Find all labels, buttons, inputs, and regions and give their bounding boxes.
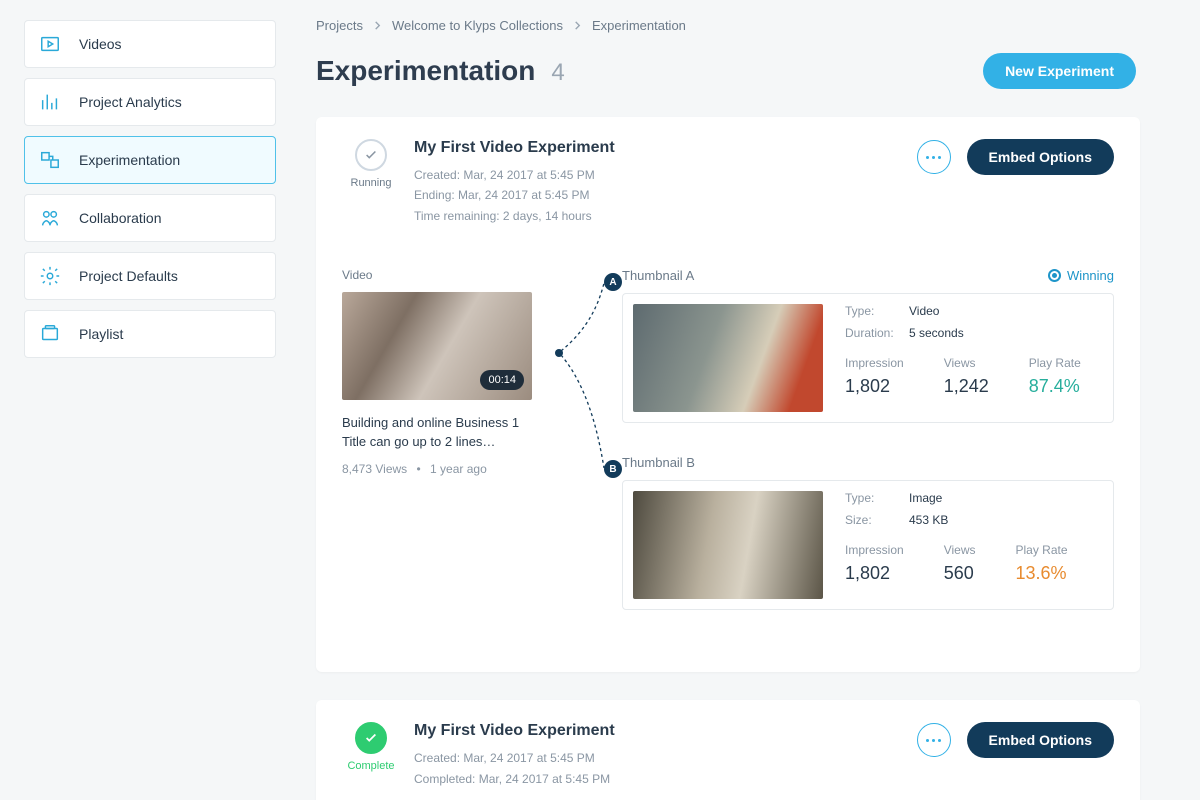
more-options-button[interactable] xyxy=(917,140,951,174)
kv-val: 453 KB xyxy=(909,513,948,527)
sidebar-item-label: Project Defaults xyxy=(79,268,178,284)
variant-b-card[interactable]: Type:Image Size:453 KB Impression 1,802 V… xyxy=(622,480,1114,610)
gear-icon xyxy=(39,265,61,287)
status-label: Running xyxy=(342,177,400,189)
more-options-button[interactable] xyxy=(917,723,951,757)
stat-label: Play Rate xyxy=(1029,356,1081,370)
embed-options-button[interactable]: Embed Options xyxy=(967,139,1114,175)
experiment-icon xyxy=(39,149,61,171)
experiment-created: Created: Mar, 24 2017 at 5:45 PM xyxy=(414,165,917,185)
status-label: Complete xyxy=(342,760,400,772)
target-icon xyxy=(1048,269,1061,282)
sidebar: Videos Project Analytics Experimentation… xyxy=(0,0,300,800)
sidebar-item-label: Videos xyxy=(79,36,122,52)
sidebar-item-label: Playlist xyxy=(79,326,123,342)
analytics-icon xyxy=(39,91,61,113)
sidebar-item-experimentation[interactable]: Experimentation xyxy=(24,136,276,184)
experiment-count: 4 xyxy=(551,59,564,87)
new-experiment-button[interactable]: New Experiment xyxy=(983,53,1136,89)
experiment-ending: Ending: Mar, 24 2017 at 5:45 PM xyxy=(414,185,917,205)
breadcrumb: Projects Welcome to Klyps Collections Ex… xyxy=(316,18,1140,33)
breadcrumb-collection[interactable]: Welcome to Klyps Collections xyxy=(392,18,563,33)
status-complete-icon xyxy=(355,722,387,754)
video-thumbnail[interactable]: 00:14 xyxy=(342,292,532,400)
status-column: Complete xyxy=(342,722,400,772)
chevron-right-icon xyxy=(573,21,582,30)
stat-value: 1,802 xyxy=(845,376,904,397)
variant-a-header: Thumbnail A xyxy=(622,268,694,283)
collaboration-icon xyxy=(39,207,61,229)
kv-key: Duration: xyxy=(845,326,909,340)
chevron-right-icon xyxy=(373,21,382,30)
kv-val: Video xyxy=(909,304,939,318)
kv-key: Size: xyxy=(845,513,909,527)
kv-key: Type: xyxy=(845,304,909,318)
variant-a-card[interactable]: Type:Video Duration:5 seconds Impression… xyxy=(622,293,1114,423)
variant-b-header: Thumbnail B xyxy=(622,455,695,470)
breadcrumb-experimentation[interactable]: Experimentation xyxy=(592,18,686,33)
sidebar-item-collaboration[interactable]: Collaboration xyxy=(24,194,276,242)
winning-badge: Winning xyxy=(1048,268,1114,283)
video-age: 1 year ago xyxy=(430,462,487,476)
experiment-card-complete: Complete My First Video Experiment Creat… xyxy=(316,700,1140,800)
experiment-created: Created: Mar, 24 2017 at 5:45 PM xyxy=(414,748,917,768)
status-column: Running xyxy=(342,139,400,189)
page-header: Experimentation 4 New Experiment xyxy=(316,53,1140,89)
video-icon xyxy=(39,33,61,55)
stat-label: Impression xyxy=(845,356,904,370)
stat-value: 1,242 xyxy=(944,376,989,397)
sidebar-item-analytics[interactable]: Project Analytics xyxy=(24,78,276,126)
experiment-remaining: Time remaining: 2 days, 14 hours xyxy=(414,206,917,226)
embed-options-button[interactable]: Embed Options xyxy=(967,722,1114,758)
experiment-completed: Completed: Mar, 24 2017 at 5:45 PM xyxy=(414,769,917,789)
stat-label: Views xyxy=(944,543,976,557)
sidebar-item-label: Project Analytics xyxy=(79,94,182,110)
stat-value: 560 xyxy=(944,563,976,584)
sidebar-item-defaults[interactable]: Project Defaults xyxy=(24,252,276,300)
kv-val: 5 seconds xyxy=(909,326,964,340)
sidebar-item-videos[interactable]: Videos xyxy=(24,20,276,68)
playlist-icon xyxy=(39,323,61,345)
video-views: 8,473 Views xyxy=(342,462,407,476)
experiment-title: My First Video Experiment xyxy=(414,139,917,157)
stat-label: Play Rate xyxy=(1015,543,1067,557)
source-video-column: Video 00:14 Building and online Business… xyxy=(342,268,562,476)
stat-label: Views xyxy=(944,356,989,370)
experiment-title: My First Video Experiment xyxy=(414,722,917,740)
breadcrumb-projects[interactable]: Projects xyxy=(316,18,363,33)
sidebar-item-label: Collaboration xyxy=(79,210,162,226)
kv-key: Type: xyxy=(845,491,909,505)
video-meta: 8,473 Views • 1 year ago xyxy=(342,462,562,476)
stat-label: Impression xyxy=(845,543,904,557)
status-running-icon xyxy=(355,139,387,171)
main-content: Projects Welcome to Klyps Collections Ex… xyxy=(300,0,1200,800)
variant-a-thumbnail xyxy=(633,304,823,412)
video-title: Building and online Business 1 Title can… xyxy=(342,414,527,452)
stat-value-playrate: 87.4% xyxy=(1029,376,1081,397)
stat-value: 1,802 xyxy=(845,563,904,584)
sidebar-item-label: Experimentation xyxy=(79,152,180,168)
experiment-card-running: Running My First Video Experiment Create… xyxy=(316,117,1140,672)
variant-b-thumbnail xyxy=(633,491,823,599)
page-title: Experimentation xyxy=(316,55,535,87)
sidebar-item-playlist[interactable]: Playlist xyxy=(24,310,276,358)
winning-label: Winning xyxy=(1067,268,1114,283)
kv-val: Image xyxy=(909,491,942,505)
video-section-label: Video xyxy=(342,268,562,282)
video-duration-pill: 00:14 xyxy=(480,370,524,390)
stat-value-playrate: 13.6% xyxy=(1015,563,1067,584)
